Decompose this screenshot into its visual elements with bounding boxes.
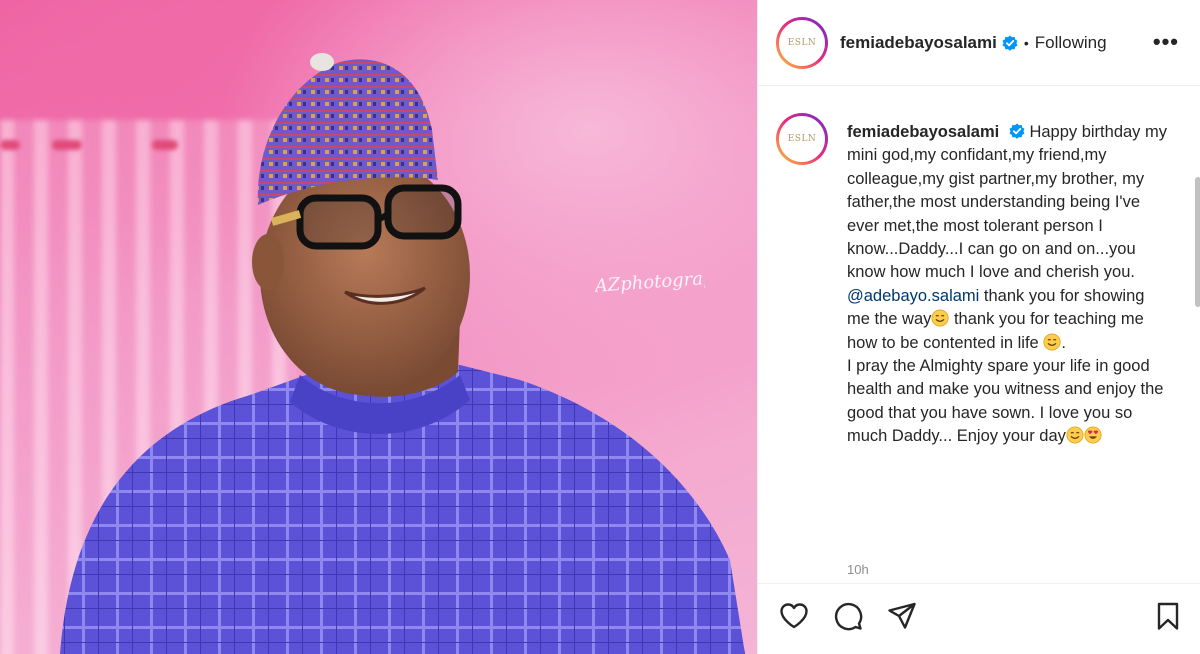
post-header: ESLN femiadebayosalami • Following ••• [758, 0, 1200, 86]
smiling-face-emoji [931, 309, 949, 327]
post-side-panel: ESLN femiadebayosalami • Following ••• E… [757, 0, 1200, 654]
caption-text: I pray the Almighty spare your life in g… [847, 357, 1164, 446]
caption-scrollbar[interactable] [1195, 177, 1200, 307]
paper-plane-icon[interactable] [886, 600, 918, 632]
avatar-logo-text: ESLN [787, 134, 817, 144]
bookmark-icon[interactable] [1152, 600, 1184, 632]
post-photo[interactable]: AZphotography [0, 0, 757, 654]
heart-eyes-emoji [1084, 426, 1102, 444]
caption-text: . [1061, 333, 1066, 352]
following-button[interactable]: Following [1035, 33, 1107, 53]
smiling-face-emoji [1066, 426, 1084, 444]
caption-mention-link[interactable]: @adebayo.salami [847, 287, 979, 305]
post-actions-bar [758, 583, 1200, 654]
heart-icon[interactable] [778, 600, 810, 632]
caption-text: Happy birthday my mini god,my confidant,… [847, 123, 1167, 282]
more-options-icon[interactable]: ••• [1153, 31, 1179, 53]
author-username[interactable]: femiadebayosalami [840, 33, 997, 53]
caption-section: ESLN femiadebayosalami Happy birthday my… [758, 87, 1200, 583]
caption-username[interactable]: femiadebayosalami [847, 123, 999, 141]
post-timestamp[interactable]: 10h [847, 562, 869, 577]
header-separator: • [1023, 34, 1029, 51]
smiling-face-emoji [1043, 333, 1061, 351]
verified-badge-icon [1002, 35, 1018, 51]
avatar-image: ESLN [779, 19, 825, 66]
avatar-logo-text: ESLN [787, 37, 817, 48]
post-caption: femiadebayosalami Happy birthday my mini… [847, 121, 1167, 449]
caption-author-avatar[interactable]: ESLN [776, 113, 828, 165]
portrait-illustration [60, 53, 745, 654]
comment-icon[interactable] [832, 600, 864, 632]
avatar-image: ESLN [779, 116, 825, 162]
author-avatar[interactable]: ESLN [776, 16, 828, 69]
verified-badge-icon [1009, 123, 1025, 139]
